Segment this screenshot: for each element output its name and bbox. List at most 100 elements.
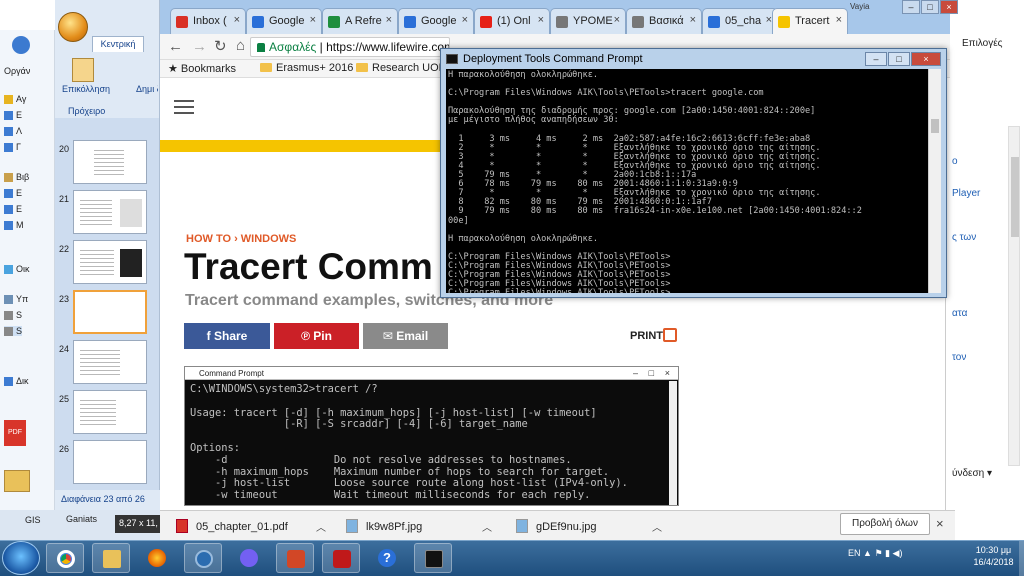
tab-close-icon[interactable]: × [234, 14, 240, 26]
browser-tab[interactable]: A Refre × [322, 8, 398, 34]
bookmark-folder[interactable]: Research UOP [356, 62, 446, 74]
tray-arrow-icon[interactable]: ▲ [863, 548, 872, 558]
nav-item[interactable]: Γ [4, 142, 21, 153]
share-facebook-button[interactable]: f Share [184, 323, 270, 349]
hamburger-menu-icon[interactable] [174, 100, 194, 116]
close-button[interactable]: × [940, 0, 958, 14]
tab-close-icon[interactable]: × [690, 14, 696, 26]
volume-icon[interactable]: ◀) [893, 548, 903, 558]
browser-tab[interactable]: Google × [246, 8, 322, 34]
signin-link[interactable]: ύνδεση ▾ [952, 468, 992, 479]
browser-tab[interactable]: (1) Onl × [474, 8, 550, 34]
minimize-button[interactable]: – [902, 0, 920, 14]
share-pinterest-button[interactable]: ℗ Pin [274, 323, 359, 349]
cmd-console[interactable]: Η παρακολούθηση ολοκληρώθηκε. C:\Program … [446, 69, 931, 293]
browser-tab[interactable]: Tracert × [772, 8, 848, 34]
cmd-window[interactable]: Deployment Tools Command Prompt – □ × Η … [440, 48, 947, 298]
tab-close-icon[interactable]: × [614, 14, 620, 26]
show-all-downloads-button[interactable]: Προβολή όλων [840, 513, 930, 535]
nav-item[interactable]: Ε [4, 188, 22, 199]
start-button[interactable] [2, 541, 40, 575]
tab-close-icon[interactable]: × [310, 14, 316, 26]
chevron-up-icon[interactable]: ︿ [652, 519, 662, 534]
nav-item[interactable]: Μ [4, 220, 24, 231]
forward-arrow-icon[interactable]: → [192, 38, 207, 55]
right-link[interactable]: ς των [952, 232, 976, 243]
breadcrumb[interactable]: HOW TO › WINDOWS [186, 233, 296, 245]
nav-item-favorites[interactable]: Αγ [4, 94, 26, 105]
share-email-button[interactable]: ✉ Email [363, 323, 448, 349]
browser-tab[interactable]: ΥΡΟΜΕ × [550, 8, 626, 34]
tab-close-icon[interactable]: × [462, 14, 468, 26]
powerpoint-taskbar-icon[interactable] [276, 543, 314, 573]
firefox-taskbar-icon[interactable] [138, 543, 176, 573]
chrome-taskbar-icon[interactable] [46, 543, 84, 573]
browser-tab[interactable]: Inbox (× [170, 8, 246, 34]
nav-item-drive[interactable]: S [4, 326, 23, 337]
options-menu[interactable]: Επιλογές [962, 38, 1002, 49]
right-link[interactable]: Player [952, 188, 980, 199]
cmd-maximize-button[interactable]: □ [888, 52, 910, 66]
tab-close-icon[interactable]: × [386, 14, 392, 26]
viber-taskbar-icon[interactable] [230, 543, 268, 573]
tab-close-icon[interactable]: × [836, 14, 842, 26]
search-taskbar-icon[interactable] [184, 543, 222, 573]
slide-thumbnail[interactable] [73, 340, 147, 384]
flag-icon[interactable]: ⚑ [874, 548, 882, 558]
chevron-up-icon[interactable]: ︿ [482, 519, 492, 534]
browser-tab[interactable]: Βασικά × [626, 8, 702, 34]
cmd-scrollbar[interactable] [928, 69, 941, 293]
office-button[interactable] [58, 12, 88, 42]
chevron-up-icon[interactable]: ︿ [316, 519, 326, 534]
nav-item-drive[interactable]: S [4, 310, 22, 321]
reload-icon[interactable]: ↻ [214, 37, 227, 55]
profile-name[interactable]: Vayia [850, 2, 869, 11]
back-button[interactable] [12, 36, 30, 56]
nav-item-homegroup[interactable]: Οικ [4, 264, 30, 275]
slide-thumbnail-selected[interactable] [73, 290, 147, 334]
right-link[interactable]: τον [952, 352, 966, 363]
nav-item[interactable]: Λ [4, 126, 22, 137]
right-link[interactable]: ατα [952, 308, 967, 319]
bookmark-folder[interactable]: Erasmus+ 2016 [260, 62, 353, 74]
slide-thumbnail[interactable] [73, 190, 147, 234]
download-item[interactable]: lk9w8Pf.jpg ︿ [346, 519, 506, 534]
organize-menu[interactable]: Οργάν [4, 66, 30, 76]
download-item[interactable]: gDEf9nu.jpg ︿ [516, 519, 676, 534]
cmd-minimize-button[interactable]: – [865, 52, 887, 66]
show-desktop-button[interactable] [1019, 541, 1024, 576]
desktop-folder-label[interactable]: GIS [25, 515, 41, 525]
nav-item[interactable]: Ε [4, 110, 22, 121]
language-indicator[interactable]: EN [848, 548, 861, 558]
maximize-button[interactable]: □ [921, 0, 939, 14]
right-link[interactable]: ο [952, 156, 958, 167]
back-arrow-icon[interactable]: ← [168, 38, 183, 55]
clock[interactable]: 10:30 μμ 16/4/2018 [966, 544, 1021, 568]
folder-icon[interactable] [4, 470, 30, 494]
nav-item-network[interactable]: Δικ [4, 376, 29, 387]
paste-icon[interactable] [72, 58, 94, 82]
pdf-file-icon[interactable]: PDF [4, 420, 26, 446]
cmd-close-button[interactable]: × [911, 52, 941, 66]
tab-home[interactable]: Κεντρική [92, 36, 144, 52]
nav-item-libraries[interactable]: Βιβ [4, 172, 29, 183]
download-item[interactable]: 05_chapter_01.pdf ︿ [176, 519, 336, 534]
explorer-taskbar-icon[interactable] [92, 543, 130, 573]
nav-item-computer[interactable]: Υπ [4, 294, 28, 305]
right-scrollbar[interactable] [1008, 126, 1020, 466]
help-taskbar-icon[interactable]: ? [368, 543, 406, 573]
nav-item[interactable]: Ε [4, 204, 22, 215]
slide-thumbnail[interactable] [73, 240, 147, 284]
cmd-taskbar-icon[interactable] [414, 543, 452, 573]
desktop-folder-label[interactable]: Ganiats [66, 514, 97, 524]
network-icon[interactable]: ▮ [885, 548, 890, 558]
acrobat-taskbar-icon[interactable] [322, 543, 360, 573]
slide-thumbnail[interactable] [73, 390, 147, 434]
browser-tab[interactable]: Google × [398, 8, 474, 34]
bookmarks-star[interactable]: ★ Bookmarks [168, 62, 236, 75]
printer-icon[interactable] [663, 328, 677, 342]
slide-thumbnail[interactable] [73, 440, 147, 484]
browser-tab[interactable]: 05_cha × [702, 8, 778, 34]
home-icon[interactable]: ⌂ [236, 37, 245, 54]
address-bar[interactable]: Ασφαλές | https://www.lifewire.com [250, 37, 450, 57]
